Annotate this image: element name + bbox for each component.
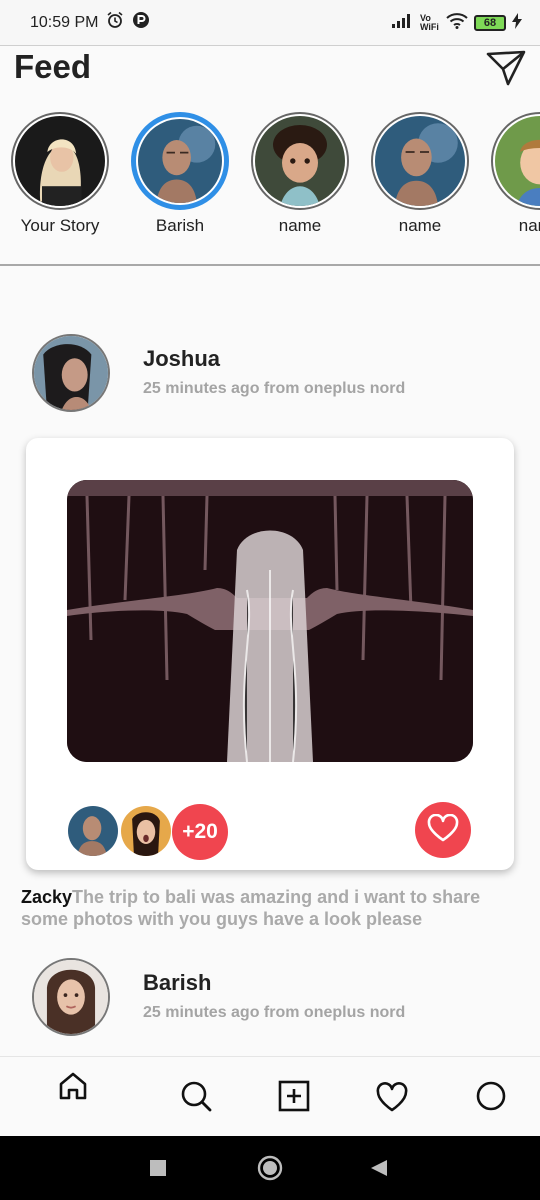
story-barish[interactable]: Barish [130, 112, 230, 236]
story-face-image [138, 119, 222, 203]
stories-divider [0, 264, 540, 266]
story-label: Barish [155, 216, 205, 235]
system-navigation-bar [0, 1136, 540, 1200]
more-likers-badge[interactable]: +20 [172, 804, 228, 860]
search-icon[interactable] [179, 1079, 213, 1113]
post-caption: ZackyThe trip to bali was amazing and i … [21, 886, 521, 930]
story-label: name [278, 216, 322, 235]
like-button[interactable] [415, 802, 471, 858]
story-avatar [491, 112, 540, 210]
story-label: name [518, 216, 540, 235]
story-name-1[interactable]: name [250, 112, 350, 236]
post-header: Joshua 25 minutes ago from oneplus nord [0, 334, 540, 414]
post-header: Barish 25 minutes ago from oneplus nord [0, 958, 540, 1038]
post-meta: 25 minutes ago from oneplus nord [143, 380, 406, 397]
story-avatar [251, 112, 349, 210]
battery-indicator: 68 [474, 14, 506, 31]
post-meta: 25 minutes ago from oneplus nord [143, 1004, 406, 1021]
heart-icon[interactable] [375, 1081, 409, 1115]
wifi-icon [446, 13, 468, 32]
avatar[interactable] [32, 958, 110, 1036]
status-bar: 10:59 PM Vo WiFi 68 [0, 0, 540, 46]
post-author[interactable]: Joshua [143, 346, 220, 372]
app-header: Feed [0, 46, 540, 94]
story-your-story[interactable]: Your Story [10, 112, 110, 236]
post-card: +20 [26, 438, 514, 870]
status-time: 10:59 PM [30, 13, 99, 31]
story-label: name [398, 216, 442, 235]
avatar[interactable] [32, 334, 110, 412]
profile-icon[interactable] [474, 1079, 508, 1113]
add-post-icon[interactable] [277, 1079, 311, 1113]
story-face-image [255, 116, 345, 206]
recents-icon[interactable] [150, 1160, 166, 1181]
story-avatar [11, 112, 109, 210]
post-photo[interactable] [67, 480, 473, 762]
stories-row: Your Story Barish name name name [0, 112, 540, 242]
home-circle-icon[interactable] [257, 1155, 283, 1186]
heart-icon [427, 813, 459, 847]
caption-author[interactable]: Zacky [21, 887, 72, 907]
story-avatar-active [131, 112, 229, 210]
charging-icon [512, 13, 522, 32]
waterfall-photo-image [67, 480, 473, 762]
liker-image [121, 806, 171, 856]
story-face-image [375, 116, 465, 206]
home-icon[interactable] [56, 1069, 90, 1103]
signal-icon [392, 14, 414, 31]
paper-plane-icon[interactable] [486, 48, 526, 88]
avatar-image [34, 960, 108, 1034]
back-icon[interactable] [370, 1159, 388, 1182]
avatar-image [34, 336, 108, 410]
vowifi-label: Vo WiFi [420, 12, 439, 32]
story-face-image [495, 116, 540, 206]
story-face-image [15, 116, 105, 206]
bottom-navigation [0, 1056, 540, 1136]
page-title: Feed [14, 48, 92, 85]
story-label: Your Story [20, 216, 100, 235]
story-name-3[interactable]: name [490, 112, 540, 236]
story-avatar [371, 112, 469, 210]
feed-screen: 10:59 PM Vo WiFi 68 Feed Your Story Bari… [0, 0, 540, 1200]
post-author[interactable]: Barish [143, 970, 211, 996]
story-name-2[interactable]: name [370, 112, 470, 236]
caption-text: The trip to bali was amazing and i want … [21, 887, 481, 929]
status-icons: Vo WiFi 68 [392, 13, 522, 32]
liker-image [68, 806, 118, 856]
alarm-icon [106, 11, 124, 34]
app-notification-icon [132, 11, 150, 34]
liker-avatar[interactable] [66, 804, 120, 858]
liker-avatar[interactable] [119, 804, 173, 858]
